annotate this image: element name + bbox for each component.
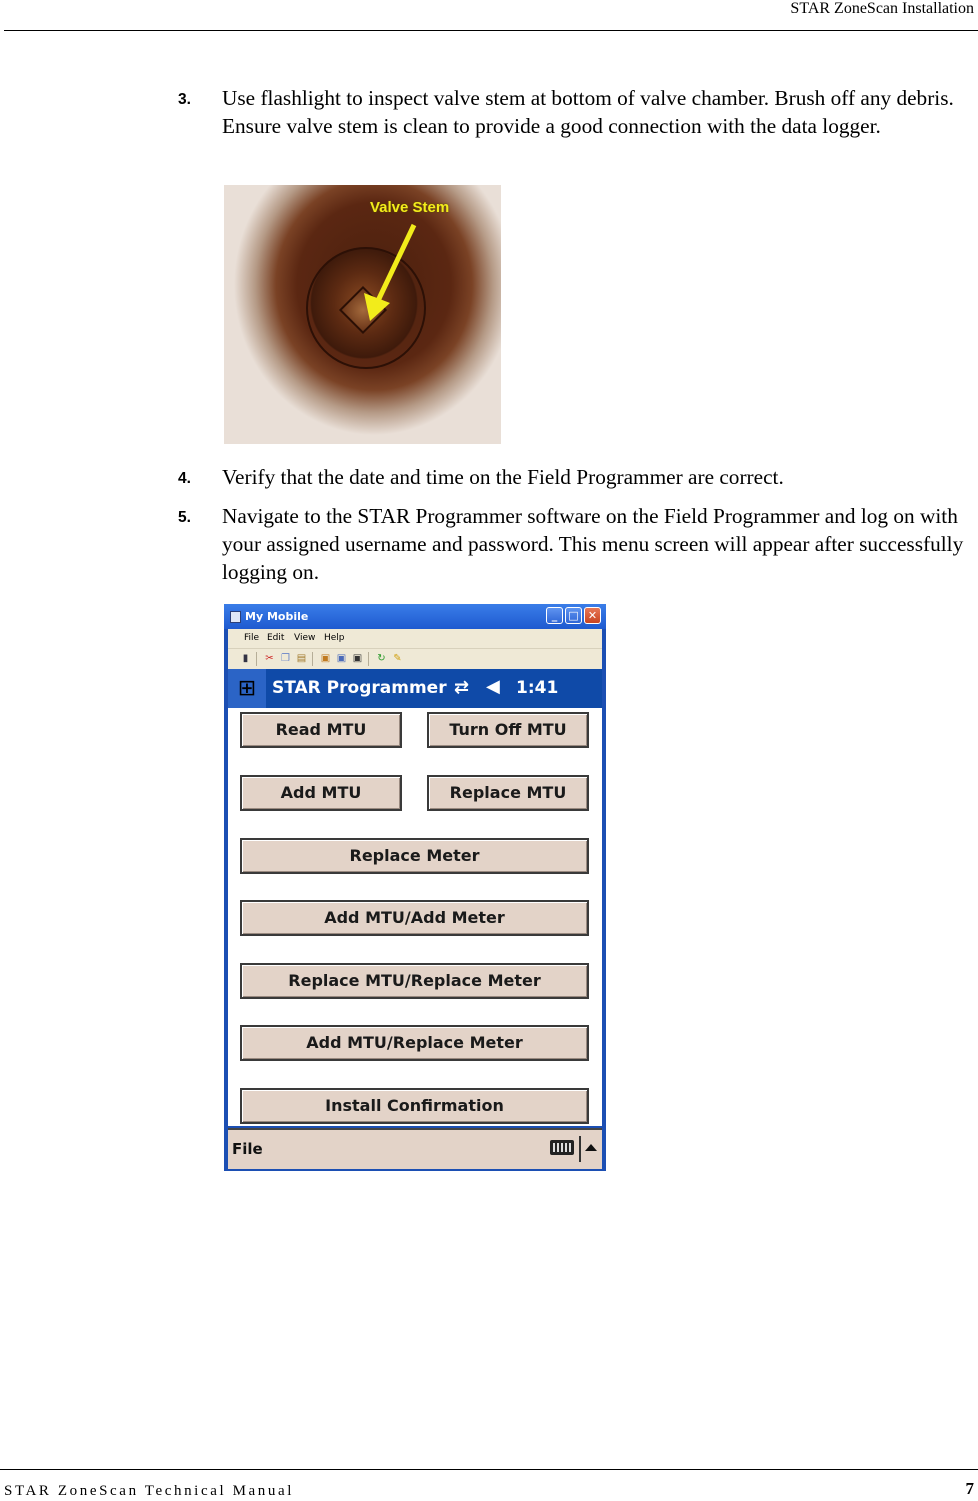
menu-view[interactable]: View <box>294 633 315 643</box>
app-title: STAR Programmer <box>272 678 447 698</box>
step-4: 4. Verify that the date and time on the … <box>178 463 973 491</box>
toolbar-separator <box>368 652 369 666</box>
paste-icon[interactable]: ▤ <box>296 653 307 665</box>
step-text: Navigate to the STAR Programmer software… <box>222 504 964 584</box>
window-title-bar: My Mobile _ □ ✕ <box>224 604 606 629</box>
callout-arrow-icon <box>364 223 417 321</box>
step-text: Verify that the date and time on the Fie… <box>222 465 784 489</box>
copy-icon[interactable]: ❐ <box>280 653 291 665</box>
add-mtu-add-meter-button[interactable]: Add MTU/Add Meter <box>240 900 589 936</box>
toolbar-separator <box>312 652 313 666</box>
close-button[interactable]: ✕ <box>584 607 601 624</box>
footer-manual-title: STAR ZoneScan Technical Manual <box>4 1483 294 1499</box>
menu-help[interactable]: Help <box>324 633 345 643</box>
windows-start-icon[interactable]: ⊞ <box>228 669 266 708</box>
keyboard-icon[interactable] <box>550 1140 574 1155</box>
toolbar-separator <box>256 652 257 666</box>
delete-icon[interactable]: ▣ <box>352 653 363 665</box>
window-title: My Mobile <box>245 610 309 623</box>
explore-icon[interactable]: ▣ <box>320 653 331 665</box>
input-panel-arrow-icon[interactable] <box>585 1144 597 1151</box>
page-number: 7 <box>965 1479 975 1498</box>
step-number: 4. <box>178 470 191 487</box>
toolbar: ▮ ✂ ❐ ▤ ▣ ▣ ▣ ↻ ✎ <box>228 648 602 670</box>
navigation-bar: ⊞ STAR Programmer ⇄ ◀ 1:41 <box>228 669 602 708</box>
step-text: Use flashlight to inspect valve stem at … <box>222 86 954 138</box>
menu-content: Read MTU Turn Off MTU Add MTU Replace MT… <box>228 708 602 1126</box>
turn-off-mtu-button[interactable]: Turn Off MTU <box>427 712 589 748</box>
menu-bar: File Edit View Help <box>228 629 602 648</box>
maximize-button[interactable]: □ <box>565 607 582 624</box>
menu-file[interactable]: File <box>244 633 259 643</box>
window-app-icon <box>230 611 241 623</box>
add-mtu-replace-meter-button[interactable]: Add MTU/Replace Meter <box>240 1025 589 1061</box>
step-number: 5. <box>178 509 191 526</box>
step-5: 5. Navigate to the STAR Programmer softw… <box>178 502 973 586</box>
command-bar-divider <box>579 1136 581 1162</box>
cut-icon[interactable]: ✂ <box>264 653 275 665</box>
replace-meter-button[interactable]: Replace Meter <box>240 838 589 874</box>
file-menu[interactable]: File <box>232 1140 263 1158</box>
valve-stem-label: Valve Stem <box>370 199 450 216</box>
valve-chamber-photo: Valve Stem <box>224 185 501 444</box>
step-3: 3. Use flashlight to inspect valve stem … <box>178 84 973 140</box>
clean-icon[interactable]: ✎ <box>392 653 403 665</box>
replace-mtu-button[interactable]: Replace MTU <box>427 775 589 811</box>
read-mtu-button[interactable]: Read MTU <box>240 712 402 748</box>
copy-file-icon[interactable]: ▣ <box>336 653 347 665</box>
header-rule <box>4 30 978 31</box>
step-number: 3. <box>178 91 191 108</box>
minimize-button[interactable]: _ <box>546 607 563 624</box>
command-bar: File <box>228 1128 602 1169</box>
connectivity-icon[interactable]: ⇄ <box>454 677 469 698</box>
device-icon[interactable]: ▮ <box>240 653 251 665</box>
volume-icon[interactable]: ◀ <box>486 676 500 697</box>
install-confirmation-button[interactable]: Install Confirmation <box>240 1088 589 1124</box>
field-programmer-screenshot: My Mobile _ □ ✕ File Edit View Help ▮ ✂ … <box>224 604 606 1171</box>
running-header-title: STAR ZoneScan Installation <box>790 0 974 17</box>
footer-rule <box>0 1469 978 1470</box>
replace-mtu-replace-meter-button[interactable]: Replace MTU/Replace Meter <box>240 963 589 999</box>
clock[interactable]: 1:41 <box>516 678 558 698</box>
add-mtu-button[interactable]: Add MTU <box>240 775 402 811</box>
sync-icon[interactable]: ↻ <box>376 653 387 665</box>
menu-edit[interactable]: Edit <box>267 633 284 643</box>
